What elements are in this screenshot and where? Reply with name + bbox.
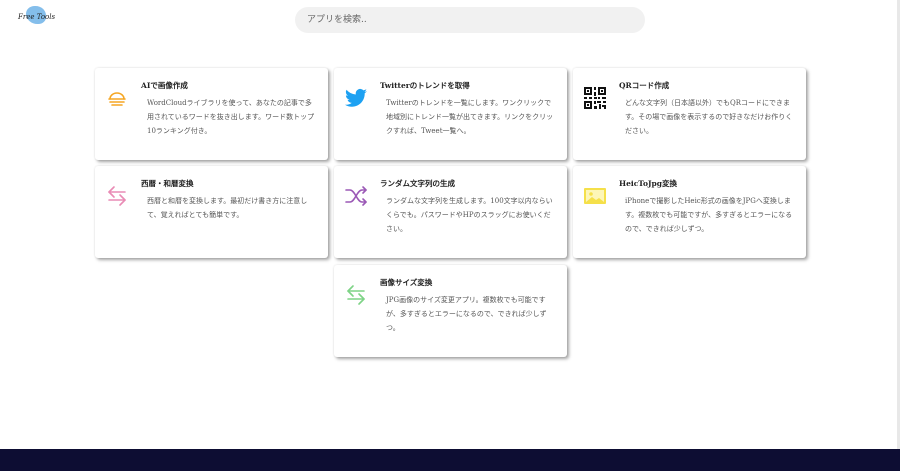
arrows-exchange-icon <box>344 283 368 307</box>
card-title: 西暦・和暦変換 <box>141 179 194 188</box>
card-random-string[interactable]: ランダム文字列の生成 ランダムな文字列を生成します。100文字以内ならいくらでも… <box>334 166 567 258</box>
card-heic-to-jpg[interactable]: HeicToJpg変換 iPhoneで撮影したHeic形式の画像をJPGへ変換し… <box>573 166 806 258</box>
card-title: Twitterのトレンドを取得 <box>380 81 470 90</box>
twitter-icon <box>344 86 368 110</box>
card-title: AIで画像作成 <box>141 81 188 90</box>
card-title: 画像サイズ変換 <box>380 278 433 287</box>
card-qr-code[interactable]: QRコード作成 どんな文字列（日本語以外）でもQRコードにできます。その場で画像… <box>573 68 806 160</box>
search-input[interactable] <box>295 7 645 33</box>
card-description: 西暦と和暦を変換します。最初だけ書き方に注意して、覚えればとても簡単です。 <box>147 197 308 219</box>
card-description: Twitterのトレンドを一覧にします。ワンクリックで地域別にトレンド一覧が出て… <box>386 99 554 135</box>
cloud-sun-icon <box>105 86 129 110</box>
site-logo[interactable]: Free Tools <box>16 6 55 30</box>
footer <box>0 449 900 471</box>
card-title: QRコード作成 <box>619 81 670 90</box>
card-era-conversion[interactable]: 西暦・和暦変換 西暦と和暦を変換します。最初だけ書き方に注意して、覚えればとても… <box>95 166 328 258</box>
card-twitter-trend[interactable]: Twitterのトレンドを取得 Twitterのトレンドを一覧にします。ワンクリ… <box>334 68 567 160</box>
card-ai-image[interactable]: AIで画像作成 WordCloudライブラリを使って、あなたの記事で多用されてい… <box>95 68 328 160</box>
card-image-resize[interactable]: 画像サイズ変換 JPG画像のサイズ変更アプリ。複数枚でも可能ですが、多すぎるとエ… <box>334 265 567 357</box>
card-description: iPhoneで撮影したHeic形式の画像をJPGへ変換します。複数枚でも可能です… <box>625 197 793 233</box>
card-title: ランダム文字列の生成 <box>380 179 455 188</box>
logo-text: Free Tools <box>18 13 56 21</box>
card-description: WordCloudライブラリを使って、あなたの記事で多用されているワードを抜き出… <box>147 99 315 135</box>
card-description: ランダムな文字列を生成します。100文字以内ならいくらでも。パスワードやHPのス… <box>386 197 553 233</box>
image-icon <box>583 184 607 208</box>
shuffle-icon <box>344 184 368 208</box>
arrows-exchange-icon <box>105 184 129 208</box>
card-title: HeicToJpg変換 <box>619 179 678 188</box>
card-description: JPG画像のサイズ変更アプリ。複数枚でも可能ですが、多すぎるとエラーになるので、… <box>386 296 547 332</box>
card-description: どんな文字列（日本語以外）でもQRコードにできます。その場で画像を表示するので好… <box>625 99 793 135</box>
qr-code-icon <box>583 86 607 110</box>
